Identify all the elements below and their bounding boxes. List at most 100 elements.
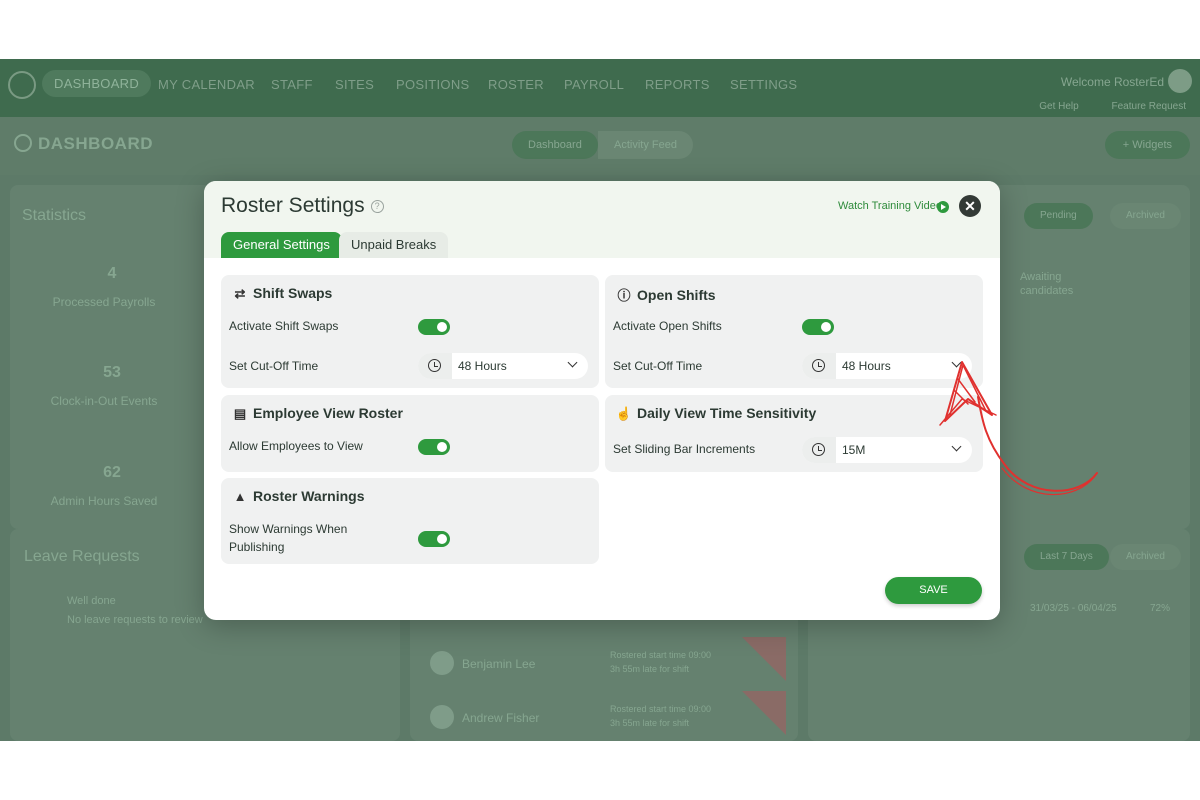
document-eye-icon: ▤ bbox=[233, 406, 247, 421]
nav-my-calendar[interactable]: MY CALENDAR bbox=[158, 77, 255, 92]
dashboard-header: DASHBOARD Dashboard Activity Feed + Widg… bbox=[0, 117, 1200, 175]
get-help-link[interactable]: Get Help bbox=[1039, 101, 1078, 112]
card-title: ▤ Employee View Roster bbox=[231, 405, 403, 422]
card-title: ▲ Roster Warnings bbox=[231, 488, 365, 504]
page-title: DASHBOARD bbox=[14, 134, 153, 154]
app-screen: DASHBOARD MY CALENDAR STAFF SITES POSITI… bbox=[0, 59, 1200, 741]
play-icon[interactable] bbox=[937, 201, 949, 213]
stat-value: 62 bbox=[103, 464, 121, 481]
leave-requests-title: Leave Requests bbox=[24, 548, 140, 565]
stat-value: 4 bbox=[107, 265, 117, 282]
staff-name: Benjamin Lee bbox=[462, 657, 536, 671]
nav-reports[interactable]: REPORTS bbox=[645, 77, 710, 92]
roster-settings-modal: Roster Settings? Watch Training Video ✕ … bbox=[204, 181, 1000, 620]
statistics-title: Statistics bbox=[22, 207, 87, 224]
nav-settings[interactable]: SETTINGS bbox=[730, 77, 797, 92]
segment-activity-feed[interactable]: Activity Feed bbox=[598, 131, 693, 159]
modal-title-text: Roster Settings bbox=[221, 194, 365, 217]
tab-unpaid-breaks[interactable]: Unpaid Breaks bbox=[339, 232, 449, 258]
save-button[interactable]: SAVE bbox=[885, 577, 982, 604]
question-circle-icon: ⓘ bbox=[617, 288, 631, 303]
stat-label: Admin Hours Saved bbox=[50, 494, 158, 508]
employee-view-roster-card: ▤ Employee View Roster Allow Employees to… bbox=[221, 395, 599, 472]
add-widgets-button[interactable]: + Widgets bbox=[1104, 131, 1190, 159]
clock-icon bbox=[418, 353, 452, 379]
nav-sites[interactable]: SITES bbox=[335, 77, 374, 92]
sliding-bar-increments-select[interactable]: 15M bbox=[802, 437, 972, 463]
question-circle-icon[interactable]: ? bbox=[370, 200, 384, 213]
show-warnings-toggle[interactable] bbox=[418, 531, 450, 547]
chevron-down-icon bbox=[951, 441, 962, 452]
activate-open-shifts-label: Activate Open Shifts bbox=[613, 319, 722, 333]
well-done-text: Well done bbox=[67, 595, 116, 607]
avatar bbox=[430, 651, 454, 675]
candidates-text: candidates bbox=[1020, 285, 1074, 297]
top-navigation: DASHBOARD MY CALENDAR STAFF SITES POSITI… bbox=[0, 59, 1200, 117]
card-title-text: Daily View Time Sensitivity bbox=[637, 405, 817, 421]
last-7-days-tab[interactable]: Last 7 Days bbox=[1024, 544, 1109, 570]
card-title-text: Roster Warnings bbox=[253, 488, 365, 504]
no-leave-text: No leave requests to review bbox=[67, 614, 203, 626]
stat-value: 53 bbox=[103, 364, 121, 381]
card-title: ⇄ Shift Swaps bbox=[231, 285, 333, 302]
activate-open-shifts-toggle[interactable] bbox=[802, 319, 834, 335]
watch-training-video-link[interactable]: Watch Training Video bbox=[838, 200, 942, 212]
roster-warnings-card: ▲ Roster Warnings Show Warnings When Publi… bbox=[221, 478, 599, 564]
pending-tab[interactable]: Pending bbox=[1024, 203, 1093, 229]
late-detail: 3h 55m late for shift bbox=[610, 718, 690, 728]
page-title-text: DASHBOARD bbox=[38, 134, 153, 153]
help-links: Get Help Feature Request bbox=[1009, 101, 1186, 112]
feature-request-link[interactable]: Feature Request bbox=[1112, 101, 1187, 112]
nav-roster[interactable]: ROSTER bbox=[488, 77, 544, 92]
percent-value: 72% bbox=[1150, 603, 1171, 614]
awaiting-text: Awaiting bbox=[1020, 271, 1062, 283]
selected-value: 15M bbox=[842, 443, 866, 457]
staff-name: Andrew Fisher bbox=[462, 711, 540, 725]
card-title-text: Open Shifts bbox=[637, 287, 716, 303]
clock-icon bbox=[802, 437, 836, 463]
welcome-text: Welcome RosterEd bbox=[1060, 75, 1164, 89]
swap-arrows-icon: ⇄ bbox=[234, 286, 246, 301]
card-title-text: Shift Swaps bbox=[253, 285, 333, 301]
late-detail: Rostered start time 09:00 bbox=[610, 650, 712, 660]
modal-header: Roster Settings? Watch Training Video ✕ … bbox=[204, 181, 1000, 258]
segment-dashboard[interactable]: Dashboard bbox=[512, 131, 598, 159]
close-button[interactable]: ✕ bbox=[959, 195, 981, 217]
shift-swaps-card: ⇄ Shift Swaps Activate Shift Swaps Set Cu… bbox=[221, 275, 599, 388]
allow-employees-label: Allow Employees to View bbox=[229, 439, 363, 453]
nav-dashboard[interactable]: DASHBOARD bbox=[42, 70, 152, 97]
sliding-bar-increments-label: Set Sliding Bar Increments bbox=[613, 442, 756, 456]
allow-employees-toggle[interactable] bbox=[418, 439, 450, 455]
date-range: 31/03/25 - 06/04/25 bbox=[1030, 603, 1117, 614]
cutoff-time-label: Set Cut-Off Time bbox=[613, 359, 703, 373]
nav-positions[interactable]: POSITIONS bbox=[396, 77, 470, 92]
stat-label: Clock-in-Out Events bbox=[50, 394, 158, 408]
open-shifts-cutoff-select[interactable]: 48 Hours bbox=[802, 353, 972, 379]
activate-shift-swaps-toggle[interactable] bbox=[418, 319, 450, 335]
stat-label: Processed Payrolls bbox=[52, 295, 156, 309]
hand-pointer-icon: ☝ bbox=[615, 406, 633, 421]
show-warnings-label: Show Warnings When Publishing bbox=[229, 520, 347, 556]
nav-payroll[interactable]: PAYROLL bbox=[564, 77, 624, 92]
open-shifts-card: ⓘ Open Shifts Activate Open Shifts Set Cu… bbox=[605, 275, 983, 388]
show-warnings-label-line1: Show Warnings When bbox=[229, 522, 348, 536]
late-detail: Rostered start time 09:00 bbox=[610, 704, 712, 714]
card-title-text: Employee View Roster bbox=[253, 405, 403, 421]
shift-swaps-cutoff-select[interactable]: 48 Hours bbox=[418, 353, 588, 379]
warning-triangle-icon: ▲ bbox=[233, 489, 247, 504]
user-avatar[interactable] bbox=[1168, 69, 1192, 93]
activate-shift-swaps-label: Activate Shift Swaps bbox=[229, 319, 339, 333]
card-title: ☝ Daily View Time Sensitivity bbox=[615, 405, 816, 422]
selected-value: 48 Hours bbox=[458, 359, 507, 373]
tab-general-settings[interactable]: General Settings bbox=[221, 232, 342, 258]
app-logo bbox=[8, 71, 36, 99]
dashboard-icon bbox=[14, 134, 32, 152]
clock-icon bbox=[802, 353, 836, 379]
archived-tab-2[interactable]: Archived bbox=[1110, 544, 1181, 570]
late-detail: 3h 55m late for shift bbox=[610, 664, 690, 674]
nav-staff[interactable]: STAFF bbox=[271, 77, 313, 92]
card-title: ⓘ Open Shifts bbox=[615, 285, 716, 304]
archived-tab[interactable]: Archived bbox=[1110, 203, 1181, 229]
chevron-down-icon bbox=[567, 357, 578, 368]
modal-title: Roster Settings? bbox=[221, 194, 384, 218]
